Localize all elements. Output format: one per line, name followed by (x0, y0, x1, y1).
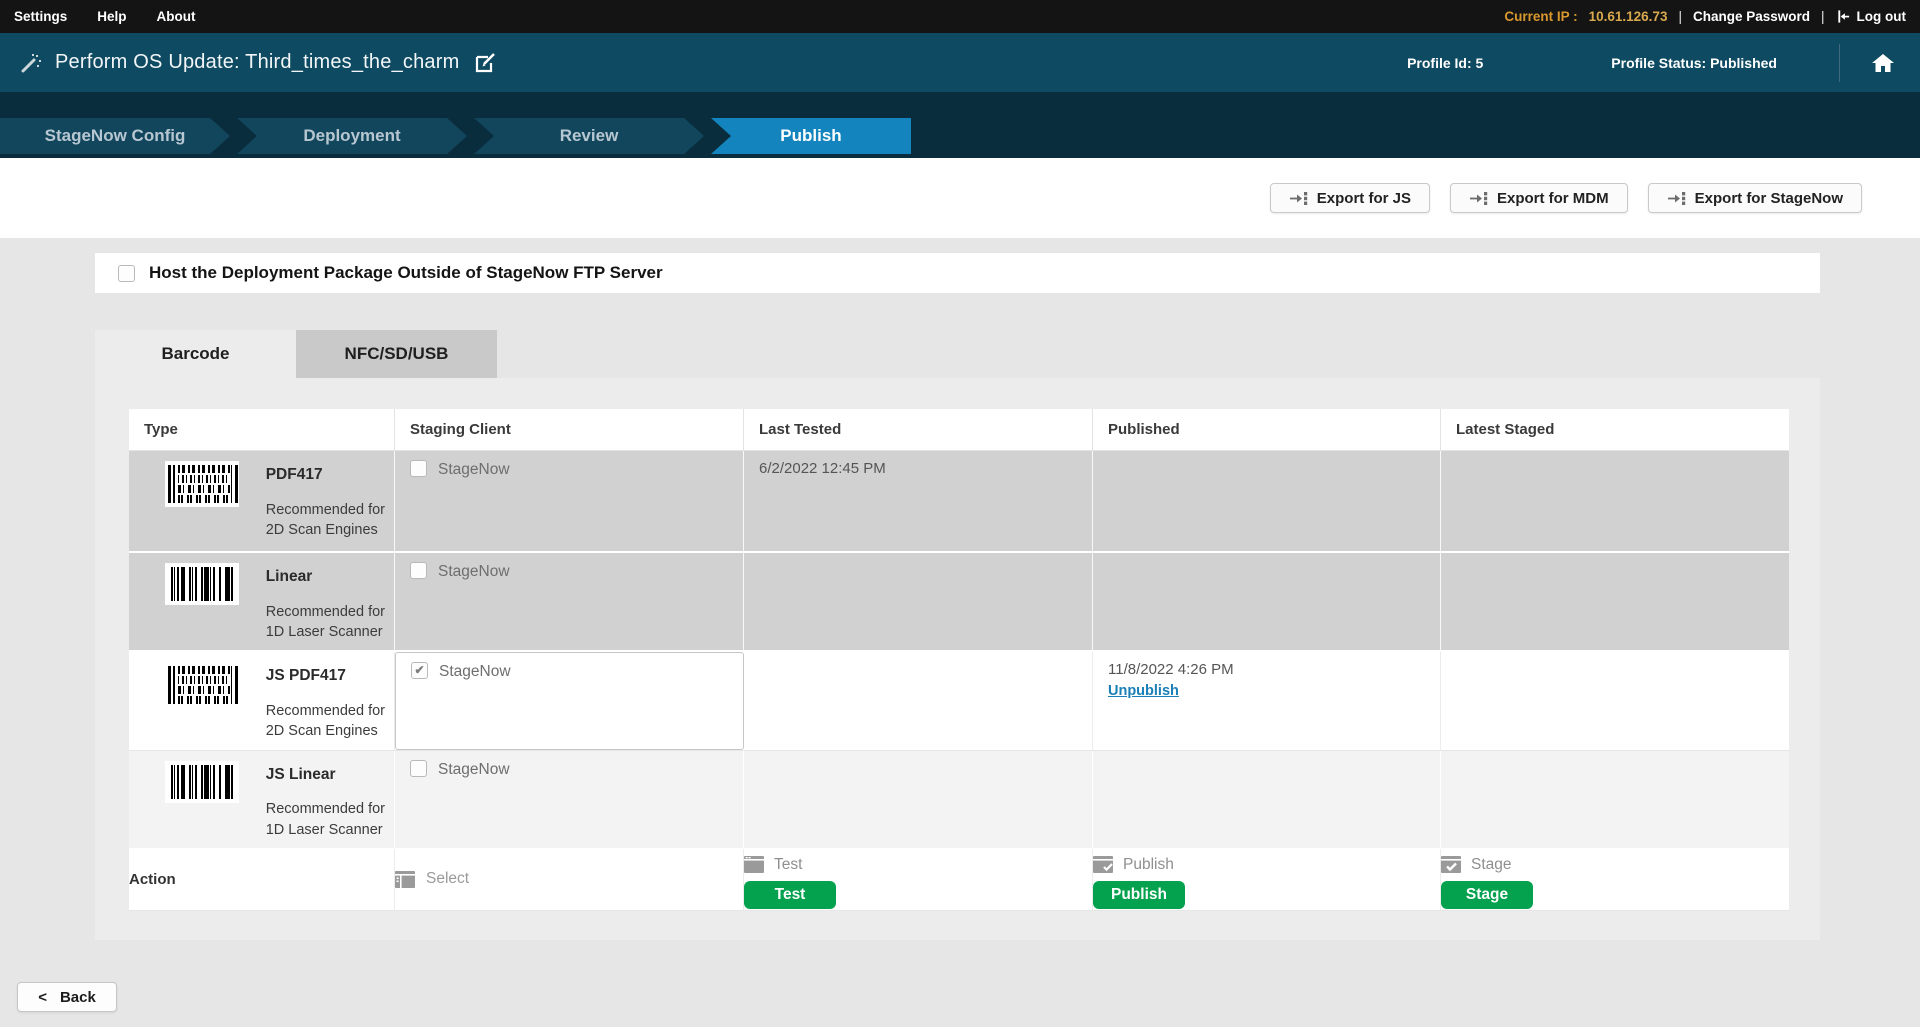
table-row-js-pdf417: JS PDF417 Recommended for 2D Scan Engine… (129, 652, 1789, 750)
published-date: 11/8/2022 4:26 PM (1108, 661, 1428, 678)
export-icon (1289, 191, 1308, 206)
delivery-tabs: Barcode NFC/SD/USB (95, 330, 1920, 378)
main-content: Host the Deployment Package Outside of S… (0, 238, 1920, 1012)
current-ip-value: 10.61.126.73 (1589, 9, 1668, 24)
step-stagenow-config[interactable]: StageNow Config (0, 118, 230, 154)
publish-icon (1093, 856, 1113, 873)
menu-help[interactable]: Help (97, 9, 126, 24)
wizard-wand-icon (20, 52, 42, 74)
col-header-type: Type (129, 409, 395, 450)
stagenow-label: StageNow (438, 563, 510, 581)
menu-about[interactable]: About (157, 9, 196, 24)
change-password-link[interactable]: Change Password (1693, 9, 1810, 24)
select-label: Select (426, 870, 469, 888)
export-toolbar: Export for JS Export for MDM Export for … (0, 158, 1920, 238)
type-description: Recommended for 2D Scan Engines (266, 701, 386, 742)
top-menu-bar: Settings Help About Current IP : 10.61.1… (0, 0, 1920, 33)
logout-icon (1836, 9, 1851, 24)
barcode-tab-panel: Type Staging Client Last Tested Publishe… (95, 378, 1820, 940)
table-row-pdf417: PDF417 Recommended for 2D Scan Engines S… (129, 451, 1789, 553)
page-title: Perform OS Update: Third_times_the_charm (55, 51, 459, 74)
col-header-published: Published (1093, 409, 1441, 450)
latest-staged-cell (1441, 451, 1789, 551)
type-name: JS PDF417 (266, 665, 386, 687)
export-for-stagenow-button[interactable]: Export for StageNow (1648, 183, 1862, 213)
stagenow-label: StageNow (438, 461, 510, 479)
type-name: PDF417 (266, 464, 386, 486)
type-name: JS Linear (266, 764, 386, 786)
unpublish-link[interactable]: Unpublish (1108, 683, 1179, 699)
stage-button[interactable]: Stage (1441, 881, 1533, 909)
stage-label: Stage (1471, 856, 1512, 874)
host-outside-panel: Host the Deployment Package Outside of S… (95, 253, 1820, 293)
linear-barcode-image (165, 761, 239, 803)
stagenow-label: StageNow (438, 761, 510, 779)
test-button[interactable]: Test (744, 881, 836, 909)
top-menu: Settings Help About (14, 9, 196, 24)
profile-title-bar: Perform OS Update: Third_times_the_charm… (0, 33, 1920, 92)
stagenow-checkbox[interactable] (410, 760, 427, 777)
action-label: Action (129, 849, 395, 910)
host-outside-label: Host the Deployment Package Outside of S… (149, 263, 663, 283)
test-label: Test (774, 856, 802, 874)
export-for-mdm-button[interactable]: Export for MDM (1450, 183, 1628, 213)
tab-nfc-sd-usb[interactable]: NFC/SD/USB (296, 330, 497, 378)
wizard-steps-bar: StageNow Config Deployment Review Publis… (0, 92, 1920, 158)
pdf417-barcode-image (165, 662, 239, 708)
tab-barcode[interactable]: Barcode (95, 330, 296, 378)
menu-settings[interactable]: Settings (14, 9, 67, 24)
profile-status: Profile Status: Published (1611, 55, 1777, 71)
pdf417-barcode-image (165, 461, 239, 507)
table-action-row: Action Select (129, 849, 1789, 911)
last-tested-value: 6/2/2022 12:45 PM (759, 460, 1080, 477)
col-header-latest-staged: Latest Staged (1441, 409, 1789, 450)
profile-id: Profile Id: 5 (1407, 55, 1483, 71)
test-icon (744, 856, 764, 873)
table-row-linear: Linear Recommended for 1D Laser Scanner … (129, 553, 1789, 652)
barcode-table: Type Staging Client Last Tested Publishe… (129, 409, 1789, 911)
export-icon (1469, 191, 1488, 206)
stagenow-checkbox[interactable] (410, 460, 427, 477)
stagenow-checkbox[interactable] (411, 662, 428, 679)
step-deployment[interactable]: Deployment (237, 118, 467, 154)
step-publish[interactable]: Publish (711, 118, 911, 154)
type-name: Linear (266, 566, 386, 588)
back-button[interactable]: < Back (17, 982, 117, 1012)
linear-barcode-image (165, 563, 239, 605)
col-header-last-tested: Last Tested (744, 409, 1093, 450)
type-description: Recommended for 1D Laser Scanner (266, 602, 386, 643)
host-outside-checkbox[interactable] (118, 265, 135, 282)
type-description: Recommended for 1D Laser Scanner (266, 799, 386, 840)
separator: | (1678, 9, 1682, 24)
export-icon (1667, 191, 1686, 206)
stagenow-checkbox[interactable] (410, 562, 427, 579)
back-label: Back (60, 989, 96, 1006)
title-bar-right: Profile Id: 5 Profile Status: Published (1407, 44, 1896, 82)
home-icon[interactable] (1870, 51, 1896, 75)
divider (1839, 44, 1840, 82)
select-icon (395, 871, 415, 888)
logout-button[interactable]: Log out (1836, 9, 1906, 24)
separator: | (1821, 9, 1825, 24)
publish-button[interactable]: Publish (1093, 881, 1185, 909)
logout-label: Log out (1857, 9, 1906, 24)
step-review[interactable]: Review (474, 118, 704, 154)
publish-label: Publish (1123, 856, 1174, 874)
table-row-js-linear: JS Linear Recommended for 1D Laser Scann… (129, 751, 1789, 849)
current-ip-label: Current IP : (1504, 9, 1577, 24)
export-for-js-button[interactable]: Export for JS (1270, 183, 1430, 213)
table-header-row: Type Staging Client Last Tested Publishe… (129, 409, 1789, 451)
back-chevron-icon: < (38, 989, 47, 1006)
top-right-group: Current IP : 10.61.126.73 | Change Passw… (1504, 9, 1906, 24)
col-header-staging-client: Staging Client (395, 409, 744, 450)
edit-profile-icon[interactable] (474, 52, 498, 74)
published-cell (1093, 451, 1441, 551)
staging-client-selected-cell: StageNow (395, 652, 744, 749)
type-description: Recommended for 2D Scan Engines (266, 500, 386, 541)
stagenow-label: StageNow (439, 663, 511, 681)
stage-icon (1441, 856, 1461, 873)
